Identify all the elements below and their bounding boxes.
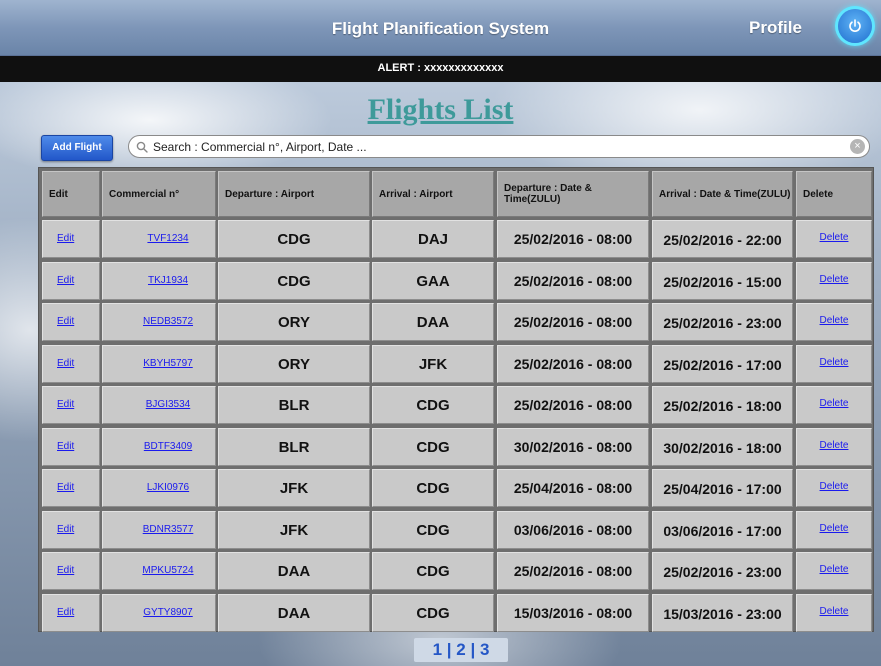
arrival-airport: JFK [418, 356, 448, 373]
commercial-number-link[interactable]: GYTY8907 [120, 607, 216, 618]
arrival-datetime: 25/02/2016 - 23:00 [663, 315, 782, 331]
departure-datetime: 30/02/2016 - 08:00 [513, 439, 633, 455]
departure-datetime: 25/04/2016 - 08:00 [513, 480, 633, 496]
power-icon [849, 19, 861, 32]
header-arrival-datetime: Arrival : Date & Time(ZULU) [652, 171, 793, 217]
arrival-datetime: 25/04/2016 - 17:00 [663, 481, 782, 497]
delete-link[interactable]: Delete [796, 315, 872, 326]
commercial-number-link[interactable]: NEDB3572 [120, 316, 216, 327]
delete-link[interactable]: Delete [796, 398, 872, 409]
arrival-airport: CDG [416, 439, 450, 456]
header-arrival-airport: Arrival : Airport [372, 171, 494, 217]
commercial-number-link[interactable]: BDTF3409 [120, 441, 216, 452]
edit-link[interactable]: Edit [57, 275, 74, 286]
page-title: Flights List [367, 93, 514, 126]
alert-banner: ALERT : xxxxxxxxxxxxx [0, 56, 881, 82]
commercial-number-link[interactable]: LJKI0976 [120, 482, 216, 493]
departure-datetime: 25/02/2016 - 08:00 [513, 356, 633, 372]
departure-datetime: 25/02/2016 - 08:00 [513, 397, 633, 413]
delete-link[interactable]: Delete [796, 481, 872, 492]
edit-link[interactable]: Edit [57, 399, 74, 410]
arrival-airport: DAA [416, 314, 450, 331]
page-1-link[interactable]: 1 [433, 640, 442, 659]
search-input[interactable]: Search : Commercial n°, Airport, Date ..… [128, 135, 870, 158]
page-separator: | [470, 640, 476, 659]
departure-airport: BLR [278, 397, 310, 414]
arrival-datetime: 25/02/2016 - 15:00 [663, 274, 782, 290]
arrival-datetime: 30/02/2016 - 18:00 [663, 440, 782, 456]
departure-datetime: 03/06/2016 - 08:00 [513, 522, 633, 538]
departure-datetime: 25/02/2016 - 08:00 [513, 273, 633, 289]
arrival-datetime: 25/02/2016 - 22:00 [663, 232, 782, 248]
arrival-airport: GAA [416, 273, 450, 290]
arrival-airport: CDG [416, 563, 450, 580]
title-bar: Flight Planification System Profile [0, 0, 881, 56]
edit-link[interactable]: Edit [57, 607, 74, 618]
arrival-airport: CDG [416, 522, 450, 539]
delete-link[interactable]: Delete [796, 606, 872, 617]
page-separator: | [446, 640, 452, 659]
departure-airport: CDG [277, 231, 311, 248]
arrival-airport: DAJ [417, 231, 448, 248]
delete-link[interactable]: Delete [796, 440, 872, 451]
arrival-datetime: 03/06/2016 - 17:00 [663, 523, 782, 539]
header-edit: Edit [42, 171, 100, 217]
header-commercial: Commercial n° [102, 171, 216, 217]
departure-airport: JFK [279, 522, 309, 539]
departure-airport: DAA [277, 605, 311, 622]
commercial-number-link[interactable]: KBYH5797 [120, 358, 216, 369]
departure-airport: ORY [278, 314, 310, 331]
delete-link[interactable]: Delete [796, 274, 872, 285]
power-button[interactable] [838, 9, 872, 43]
departure-airport: BLR [278, 439, 310, 456]
search-icon [136, 141, 148, 153]
departure-datetime: 25/02/2016 - 08:00 [513, 563, 633, 579]
departure-airport: ORY [278, 356, 310, 373]
departure-airport: CDG [277, 273, 311, 290]
commercial-number-link[interactable]: TKJ1934 [120, 275, 216, 286]
edit-link[interactable]: Edit [57, 358, 74, 369]
departure-datetime: 15/03/2016 - 08:00 [513, 605, 633, 621]
edit-link[interactable]: Edit [57, 316, 74, 327]
header-delete: Delete [796, 171, 872, 217]
departure-airport: DAA [277, 563, 311, 580]
header-departure-datetime: Departure : Date & Time(ZULU) [497, 171, 649, 217]
arrival-airport: CDG [416, 480, 450, 497]
flights-table: Edit Commercial n° Departure : Airport Arri… [38, 167, 874, 632]
arrival-datetime: 25/02/2016 - 17:00 [663, 357, 782, 373]
commercial-number-link[interactable]: BJGI3534 [120, 399, 216, 410]
delete-link[interactable]: Delete [796, 523, 872, 534]
profile-link[interactable]: Profile [749, 18, 802, 38]
departure-airport: JFK [279, 480, 309, 497]
header-departure-airport: Departure : Airport [218, 171, 370, 217]
delete-link[interactable]: Delete [796, 357, 872, 368]
arrival-airport: CDG [416, 605, 450, 622]
delete-link[interactable]: Delete [796, 232, 872, 243]
edit-link[interactable]: Edit [57, 565, 74, 576]
arrival-airport: CDG [416, 397, 450, 414]
arrival-datetime: 25/02/2016 - 18:00 [663, 398, 782, 414]
commercial-number-link[interactable]: MPKU5724 [120, 565, 216, 576]
commercial-number-link[interactable]: BDNR3577 [120, 524, 216, 535]
search-placeholder: Search : Commercial n°, Airport, Date ..… [153, 140, 367, 154]
commercial-number-link[interactable]: TVF1234 [120, 233, 216, 244]
arrival-datetime: 15/03/2016 - 23:00 [663, 606, 782, 622]
edit-link[interactable]: Edit [57, 524, 74, 535]
edit-link[interactable]: Edit [57, 482, 74, 493]
page-3-link[interactable]: 3 [480, 640, 489, 659]
page-2-link[interactable]: 2 [456, 640, 465, 659]
departure-datetime: 25/02/2016 - 08:00 [513, 314, 633, 330]
add-flight-button[interactable]: Add Flight [41, 135, 113, 161]
pagination: 1 | 2 | 3 [414, 638, 508, 662]
departure-datetime: 25/02/2016 - 08:00 [513, 231, 633, 247]
edit-link[interactable]: Edit [57, 441, 74, 452]
edit-link[interactable]: Edit [57, 233, 74, 244]
arrival-datetime: 25/02/2016 - 23:00 [663, 564, 782, 580]
delete-link[interactable]: Delete [796, 564, 872, 575]
clear-icon[interactable]: × [850, 139, 865, 154]
